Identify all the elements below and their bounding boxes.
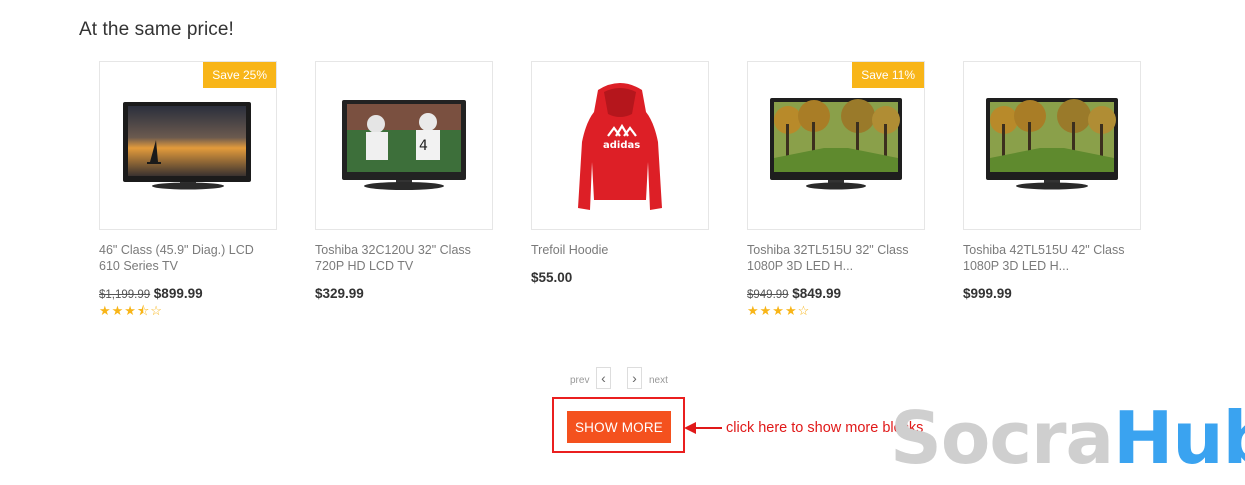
current-price: $329.99	[315, 286, 364, 301]
section-title: At the same price!	[79, 19, 234, 40]
chevron-left-icon[interactable]: ‹	[596, 367, 611, 389]
price: $999.99	[963, 286, 1141, 301]
product-image[interactable]: Save 25%	[99, 61, 277, 230]
price: $949.99 $849.99	[747, 286, 925, 301]
product-name[interactable]: Toshiba 32C120U 32" Class 720P HD LCD TV	[315, 242, 493, 276]
discount-badge: Save 11%	[852, 62, 924, 88]
current-price: $849.99	[792, 286, 842, 301]
red-hoodie-image: adidas	[578, 83, 662, 210]
product-image[interactable]: 4	[315, 61, 493, 230]
product-image[interactable]: adidas	[531, 61, 709, 230]
svg-text:4: 4	[419, 138, 428, 154]
discount-badge: Save 25%	[203, 62, 276, 88]
price: $329.99	[315, 286, 493, 301]
old-price: $1,199.99	[99, 289, 151, 301]
tv-trees-image	[986, 98, 1118, 190]
price: $55.00	[531, 270, 709, 285]
tv-football-image: 4	[342, 100, 466, 190]
product-card[interactable]: Toshiba 42TL515U 42" Class 1080P 3D LED …	[963, 61, 1141, 301]
rating-stars: ★★★⯪☆	[99, 303, 163, 318]
svg-text:adidas: adidas	[603, 140, 640, 151]
prev-label[interactable]: prev	[570, 375, 589, 386]
current-price: $55.00	[531, 270, 573, 285]
product-image[interactable]: Save 11%	[747, 61, 925, 230]
product-image[interactable]	[963, 61, 1141, 230]
watermark-part1: Socra	[890, 396, 1114, 480]
rating-stars: ★★★★☆	[747, 303, 811, 318]
current-price: $899.99	[153, 286, 203, 301]
product-card[interactable]: Save 25% 46" Class (45.9" Diag.) LCD 610…	[99, 61, 277, 317]
product-card[interactable]: Save 11% Toshiba 32TL515U 32" Class 1080…	[747, 61, 925, 317]
product-name[interactable]: Toshiba 32TL515U 32" Class 1080P 3D LED …	[747, 242, 925, 276]
product-card[interactable]: 4 Toshiba 32C120U 32" Class 720P HD LCD …	[315, 61, 493, 301]
carousel-pager: prev ‹ › next	[570, 367, 670, 391]
watermark-part2: Hub	[1113, 396, 1245, 480]
product-card[interactable]: adidas Trefoil Hoodie $55.00	[531, 61, 709, 285]
current-price: $999.99	[963, 286, 1012, 301]
show-more-button[interactable]: SHOW MORE	[567, 411, 671, 443]
old-price: $949.99	[747, 289, 789, 301]
next-label[interactable]: next	[649, 375, 668, 386]
price: $1,199.99 $899.99	[99, 286, 277, 301]
chevron-right-icon[interactable]: ›	[627, 367, 642, 389]
watermark-logo: SocraHub	[890, 402, 1245, 474]
arrow-left-icon	[684, 422, 722, 434]
product-name[interactable]: 46" Class (45.9" Diag.) LCD 610 Series T…	[99, 242, 277, 276]
product-name[interactable]: Toshiba 42TL515U 42" Class 1080P 3D LED …	[963, 242, 1141, 276]
